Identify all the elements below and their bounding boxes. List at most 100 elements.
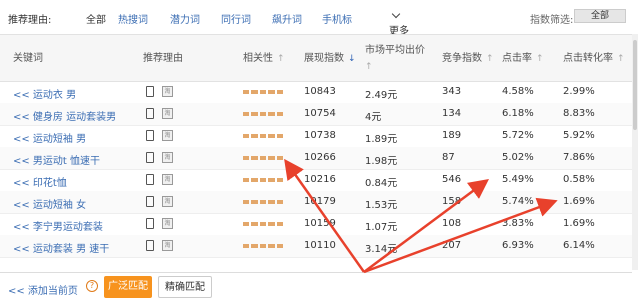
col-avg-bid[interactable]: 市场平均出价 ↑ [365,43,435,75]
keyword-link[interactable]: << 运动套装 男 速干 [13,240,109,255]
filter-potential[interactable]: 潜力词 [170,11,200,26]
relevance-bar-segment [243,244,250,248]
col-avg-bid-label: 市场平均出价 [365,45,425,56]
relevance-bar-segment [243,222,250,226]
relevance-bar [243,134,284,138]
phone-icon [146,174,154,185]
relevance-bar-segment [276,156,284,160]
relevance-bar-segment [251,134,258,138]
relevance-bar-segment [268,134,275,138]
table-row[interactable]: << 男运动t 恤速干 淘 10266 1.98元 87 5.02% 7.86% [0,147,632,170]
filter-all[interactable]: 全部 [86,11,106,26]
competition-value: 546 [442,174,462,185]
more-filters-button[interactable]: 更多 [389,9,409,37]
col-cvr[interactable]: 点击转化率 ↑ [563,49,625,64]
relevance-bar-segment [276,222,284,226]
sort-arrow-icon: ↑ [277,54,285,64]
filter-rising[interactable]: 飙升词 [272,11,302,26]
phone-icon [146,86,154,97]
keyword-link[interactable]: << 健身房 运动套装男 [13,108,116,123]
help-icon[interactable]: ? [86,280,98,292]
avg-bid-value: 1.07元 [365,222,398,233]
exact-match-button[interactable]: 精确匹配 [158,276,212,298]
table-row[interactable]: << 运动短袖 女 淘 10179 1.53元 158 5.74% 1.69% [0,191,632,214]
relevance-bar-segment [268,244,275,248]
scrollbar-thumb[interactable] [633,40,637,130]
relevance-bar-segment [259,244,267,248]
chevron-down-icon [391,9,401,19]
relevance-bar-segment [259,178,267,182]
filter-bar: 推荐理由: 全部 热搜词 潜力词 同行词 飙升词 手机标 更多 指数筛选: 全部 [0,0,638,37]
impressions-value: 10266 [304,152,336,163]
ctr-value: 5.02% [502,152,534,163]
add-current-page-link[interactable]: << 添加当前页 [8,282,78,297]
phone-icon [146,130,154,141]
relevance-bar-segment [259,134,267,138]
col-relevance-label: 相关性 [243,53,273,64]
table-row[interactable]: << 健身房 运动套装男 淘 10754 4元 134 6.18% 8.83% [0,103,632,126]
table-row[interactable]: << 运动套装 男 速干 淘 10110 3.14元 207 6.93% 6.14% [0,235,632,258]
relevance-bar-segment [259,90,267,94]
table-row[interactable]: << 李宁男运动套装 淘 10159 1.07元 108 3.83% 1.69% [0,213,632,236]
keyword-link[interactable]: << 男运动t 恤速干 [13,152,100,167]
relevance-bar-segment [243,134,250,138]
competition-value: 343 [442,86,462,97]
keyword-link[interactable]: << 运动短袖 男 [13,130,86,145]
keyword-link[interactable]: << 运动短袖 女 [13,196,86,211]
ctr-value: 5.72% [502,130,534,141]
relevance-bar-segment [276,134,284,138]
cvr-value: 6.14% [563,240,595,251]
keyword-link[interactable]: << 李宁男运动套装 [13,218,103,233]
table-row[interactable]: << 运动衣 男 淘 10843 2.49元 343 4.58% 2.99% [0,81,632,104]
relevance-bar-segment [243,112,250,116]
col-ctr[interactable]: 点击率 ↑ [502,49,544,64]
relevance-bar-segment [259,156,267,160]
filter-hot-search[interactable]: 热搜词 [118,11,148,26]
sort-desc-icon: ↓ [348,54,356,64]
filter-mobile[interactable]: 手机标 [322,11,352,26]
table-row[interactable]: << 印花t恤 淘 10216 0.84元 546 5.49% 0.58% [0,169,632,192]
impressions-value: 10110 [304,240,336,251]
phone-icon [146,240,154,251]
sort-arrow-icon: ↑ [617,54,625,64]
index-filter-label: 指数筛选: [530,15,574,26]
sort-arrow-icon: ↑ [486,54,494,64]
keyword-link[interactable]: << 运动衣 男 [13,86,76,101]
col-ctr-label: 点击率 [502,53,532,64]
cvr-value: 7.86% [563,152,595,163]
col-competition[interactable]: 竞争指数 ↑ [442,49,494,64]
relevance-bar-segment [276,200,284,204]
col-impressions[interactable]: 展现指数 ↓ [304,49,356,64]
ctr-value: 5.49% [502,174,534,185]
taobao-icon: 淘 [162,152,173,163]
relevance-bar [243,156,284,160]
cvr-value: 1.69% [563,196,595,207]
cvr-value: 1.69% [563,218,595,229]
relevance-bar-segment [268,222,275,226]
impressions-value: 10738 [304,130,336,141]
ctr-value: 4.58% [502,86,534,97]
relevance-bar [243,90,284,94]
relevance-bar-segment [243,156,250,160]
relevance-bar [243,112,284,116]
avg-bid-value: 4元 [365,112,382,123]
taobao-icon: 淘 [162,196,173,207]
relevance-bar-segment [243,90,250,94]
table-header: 关键词 推荐理由 相关性 ↑ 展现指数 ↓ 市场平均出价 ↑ 竞争指数 ↑ 点击率 ↑ 点… [0,34,632,82]
index-filter-select[interactable]: 全部 [574,9,626,23]
impressions-value: 10754 [304,108,336,119]
competition-value: 87 [442,152,455,163]
table-row[interactable]: << 运动短袖 男 淘 10738 1.89元 189 5.72% 5.92% [0,125,632,148]
col-relevance[interactable]: 相关性 ↑ [243,49,285,64]
keyword-link[interactable]: << 印花t恤 [13,174,67,189]
relevance-bar-segment [251,112,258,116]
competition-value: 189 [442,130,462,141]
taobao-icon: 淘 [162,108,173,119]
broad-match-button[interactable]: 广泛匹配 [104,276,152,298]
col-competition-label: 竞争指数 [442,53,482,64]
relevance-bar-segment [259,200,267,204]
filter-peer[interactable]: 同行词 [221,11,251,26]
relevance-bar-segment [243,200,250,204]
relevance-bar-segment [251,90,258,94]
taobao-icon: 淘 [162,130,173,141]
